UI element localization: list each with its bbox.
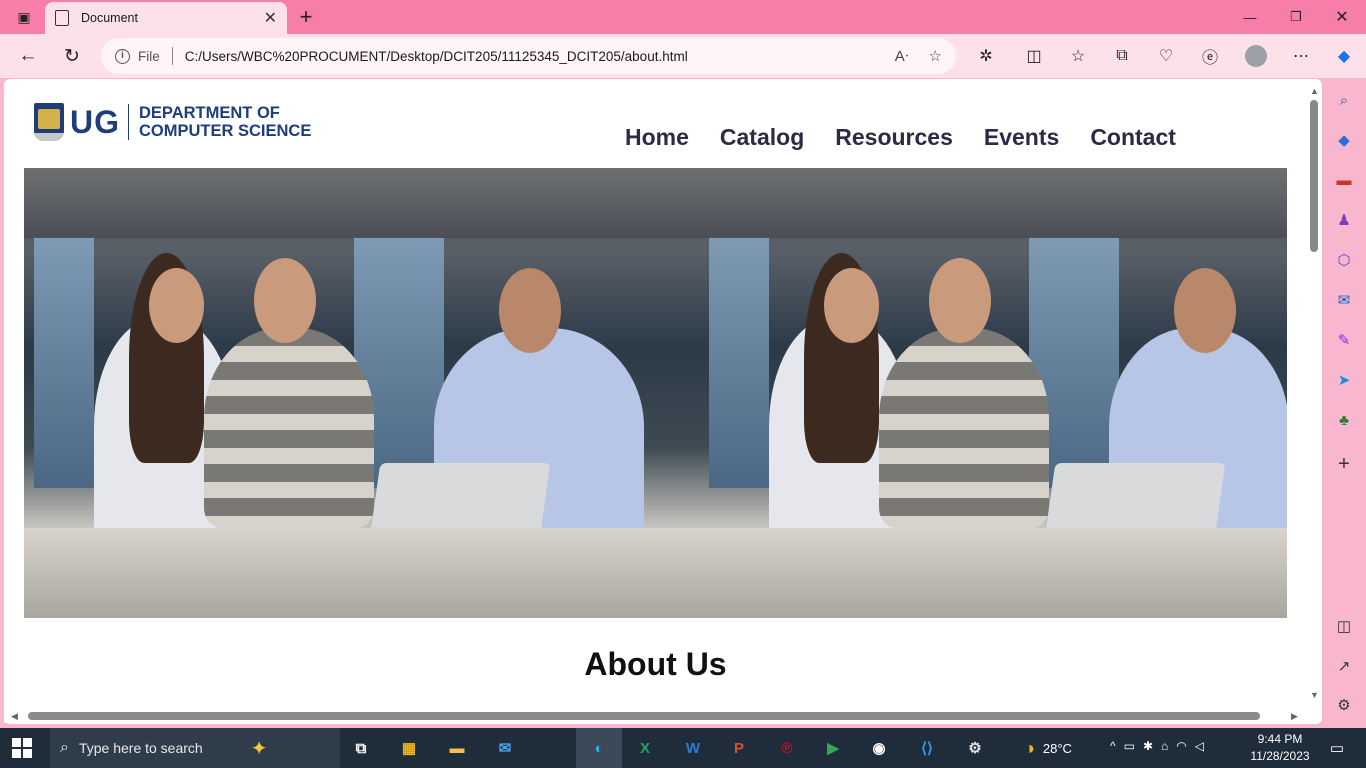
- search-magnifier-icon: ⌕: [60, 739, 69, 756]
- file-label: File: [138, 48, 160, 64]
- collections-icon[interactable]: ⧉: [1106, 40, 1138, 72]
- shopping-tag-icon[interactable]: ◆: [1333, 129, 1355, 151]
- main-navigation: Home Catalog Resources Events Contact: [625, 124, 1176, 151]
- search-icon[interactable]: ⌕: [1333, 89, 1355, 111]
- refresh-button[interactable]: ↻: [56, 40, 88, 72]
- weather-moon-icon: ◑: [1024, 738, 1035, 758]
- file-explorer-icon[interactable]: ▬: [440, 734, 474, 762]
- nav-home[interactable]: Home: [625, 124, 689, 151]
- add-sidebar-app-icon[interactable]: +: [1333, 453, 1355, 475]
- tools-briefcase-icon[interactable]: ▬: [1333, 169, 1355, 191]
- new-tab-button[interactable]: +: [294, 4, 318, 29]
- browser-toolbar: ← ↻ i File C:/Users/WBC%20PROCUMENT/Desk…: [0, 34, 1366, 78]
- nav-catalog[interactable]: Catalog: [720, 124, 804, 151]
- page-viewport: UG DEPARTMENT OF COMPUTER SCIENCE Home C…: [4, 79, 1322, 724]
- vscode-icon[interactable]: ⟨⟩: [910, 734, 944, 762]
- hero-photo-left: [24, 168, 699, 618]
- minimize-button[interactable]: —: [1228, 4, 1272, 30]
- copilot-icon[interactable]: ◆: [1328, 40, 1360, 72]
- back-button[interactable]: ←: [12, 40, 44, 72]
- task-view-icon[interactable]: ⧉: [344, 734, 378, 762]
- close-window-button[interactable]: ✕: [1320, 4, 1364, 30]
- extensions-icon[interactable]: ✲: [970, 40, 1002, 72]
- university-crest-icon: [34, 103, 64, 141]
- weather-temperature: 28°C: [1042, 741, 1072, 756]
- browser-title-bar: ▣ Document ✕ + — ❐ ✕: [0, 0, 1366, 34]
- system-tray-icons[interactable]: ^▭✱⌂◠◁: [1110, 739, 1212, 753]
- designer-icon[interactable]: ✎: [1333, 329, 1355, 351]
- google-play-icon[interactable]: ▶: [816, 734, 850, 762]
- close-tab-icon[interactable]: ✕: [264, 8, 277, 28]
- info-icon[interactable]: i: [115, 48, 130, 64]
- excel-icon[interactable]: X: [628, 734, 662, 762]
- send-icon[interactable]: ➤: [1333, 369, 1355, 391]
- read-aloud-icon[interactable]: Aᐧ: [895, 47, 909, 65]
- tab-title: Document: [81, 11, 138, 25]
- powerpoint-icon[interactable]: P: [722, 734, 756, 762]
- taskbar-search-placeholder: Type here to search: [78, 740, 203, 756]
- more-menu-icon[interactable]: ⋯: [1285, 40, 1317, 72]
- windows-taskbar: ⌕ Type here to search ✦ ⧉ ▦ ▬ ✉ ◐ X W P …: [0, 728, 1366, 768]
- games-icon[interactable]: ♟: [1333, 209, 1355, 231]
- address-separator: [171, 47, 173, 65]
- scroll-left-arrow-icon[interactable]: ◀: [11, 711, 18, 722]
- nav-contact[interactable]: Contact: [1090, 124, 1176, 151]
- logo-dept-line1: DEPARTMENT OF: [139, 104, 280, 122]
- pinterest-icon[interactable]: ℗: [770, 734, 804, 762]
- windows-start-icon[interactable]: [12, 738, 32, 758]
- nav-events[interactable]: Events: [984, 124, 1059, 151]
- outlook-icon[interactable]: ✉: [1333, 289, 1355, 311]
- word-icon[interactable]: W: [676, 734, 710, 762]
- vertical-scroll-thumb[interactable]: [1310, 100, 1318, 252]
- nav-resources[interactable]: Resources: [835, 124, 953, 151]
- tab-actions-icon[interactable]: ▣: [8, 6, 40, 28]
- scroll-up-arrow-icon[interactable]: ▲: [1310, 86, 1319, 96]
- microsoft-store-icon[interactable]: ▦: [392, 734, 426, 762]
- favorite-star-icon[interactable]: ☆: [929, 47, 942, 65]
- clock-time: 9:44 PM: [1257, 732, 1303, 746]
- logo-dept-line2: COMPUTER SCIENCE: [139, 122, 312, 140]
- logo-ug-text: UG: [70, 103, 120, 140]
- split-screen-icon[interactable]: ◫: [1018, 40, 1050, 72]
- horizontal-scroll-thumb[interactable]: [28, 712, 1260, 720]
- logo-divider: [128, 104, 129, 140]
- settings-gear-icon[interactable]: ⚙: [1333, 694, 1355, 716]
- notifications-icon[interactable]: ▭: [1320, 734, 1354, 762]
- scroll-down-arrow-icon[interactable]: ▼: [1310, 690, 1319, 700]
- github-icon[interactable]: ◉: [862, 734, 896, 762]
- taskbar-clock[interactable]: 9:44 PM 11/28/2023: [1246, 731, 1314, 765]
- clock-date: 11/28/2023: [1250, 749, 1310, 763]
- department-logo[interactable]: UG DEPARTMENT OF COMPUTER SCIENCE: [34, 103, 311, 141]
- weather-widget[interactable]: ◑ 28°C: [1024, 738, 1072, 759]
- hide-sidebar-icon[interactable]: ◫: [1333, 615, 1355, 637]
- about-us-heading: About Us: [584, 646, 727, 682]
- edge-taskbar-icon[interactable]: ◐: [576, 728, 622, 768]
- open-external-icon[interactable]: ↗: [1333, 655, 1355, 677]
- hero-photo-right: [699, 168, 1287, 618]
- taskbar-search-box[interactable]: ⌕ Type here to search ✦: [50, 728, 340, 768]
- scroll-right-arrow-icon[interactable]: ▶: [1291, 711, 1298, 722]
- performance-icon[interactable]: ♡: [1150, 40, 1182, 72]
- browser-tab[interactable]: Document ✕: [45, 2, 287, 34]
- address-bar[interactable]: i File C:/Users/WBC%20PROCUMENT/Desktop/…: [101, 38, 956, 74]
- search-highlight-icon: ✦: [250, 737, 268, 760]
- restore-button[interactable]: ❐: [1274, 4, 1318, 30]
- tree-icon[interactable]: ♣: [1333, 409, 1355, 431]
- logo-department-name: DEPARTMENT OF COMPUTER SCIENCE: [139, 104, 311, 140]
- favorites-icon[interactable]: ☆: [1062, 40, 1094, 72]
- browser-essentials-icon[interactable]: ⓔ: [1194, 40, 1226, 72]
- microsoft-365-icon[interactable]: ⬡: [1333, 249, 1355, 271]
- hero-banner: [24, 168, 1287, 618]
- mail-icon[interactable]: ✉: [488, 734, 522, 762]
- document-icon: [55, 10, 69, 26]
- profile-avatar[interactable]: [1240, 40, 1272, 72]
- address-url[interactable]: C:/Users/WBC%20PROCUMENT/Desktop/DCIT205…: [185, 49, 871, 64]
- settings-taskbar-icon[interactable]: ⚙: [958, 734, 992, 762]
